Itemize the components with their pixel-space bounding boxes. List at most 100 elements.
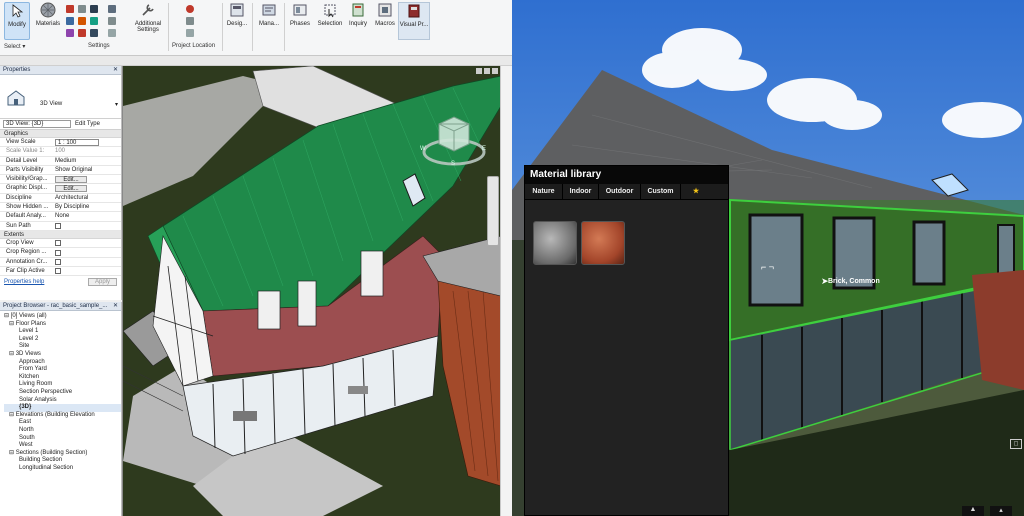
tab-indoor[interactable]: Indoor <box>563 184 599 199</box>
browser-tree-item[interactable]: ⊟ [0] Views (all) <box>4 313 121 321</box>
design-options-label: Desig... <box>226 21 248 27</box>
macros-label: Macros <box>375 21 395 27</box>
browser-tree-item[interactable]: Level 2 <box>4 336 121 344</box>
browser-tree-item[interactable]: Longitudinal Section <box>4 465 121 473</box>
macros-button[interactable]: Macros <box>372 2 398 42</box>
fullscreen-icon[interactable]: ◻ <box>1010 439 1022 449</box>
project-units-icon[interactable] <box>90 29 98 37</box>
prop-row-far-clip[interactable]: Far Clip Active <box>0 267 121 277</box>
browser-tree-item[interactable]: ⊟ Elevations (Building Elevation <box>4 412 121 420</box>
minimize-icon[interactable] <box>476 68 482 74</box>
close-icon[interactable]: ✕ <box>113 66 118 75</box>
browser-tree-item[interactable]: ⊟ Sections (Building Section) <box>4 450 121 458</box>
viewcube-s[interactable]: S <box>451 161 455 167</box>
browser-tree-item[interactable]: ⊟ Floor Plans <box>4 321 121 329</box>
crop-view-checkbox[interactable] <box>55 240 61 247</box>
select-group-label[interactable]: Select ▾ <box>4 43 25 50</box>
additional-settings-button[interactable]: Additional Settings <box>130 2 166 42</box>
prop-row-crop-region[interactable]: Crop Region ... <box>0 248 121 258</box>
browser-tree-item[interactable]: Kitchen <box>4 374 121 382</box>
modify-button[interactable]: Modify <box>4 2 30 40</box>
prop-row-scale-value: Scale Value 1: 100 <box>0 147 121 157</box>
browser-tree-item[interactable]: North <box>4 427 121 435</box>
inquiry-button[interactable]: Inquiry <box>346 2 370 42</box>
prop-row-view-scale[interactable]: View Scale 1 : 100 <box>0 138 121 148</box>
tab-custom[interactable]: Custom <box>641 184 681 199</box>
global-parameters-icon[interactable] <box>90 17 98 25</box>
design-options-button[interactable]: Desig... <box>224 2 250 42</box>
graphics-section-header[interactable]: Graphics <box>0 130 121 138</box>
browser-tree-item[interactable]: South <box>4 435 121 443</box>
vg-edit-button[interactable]: Edit... <box>55 176 87 184</box>
annotation-crop-checkbox[interactable] <box>55 259 61 266</box>
phases-button[interactable]: Phases <box>288 2 312 42</box>
sun-path-checkbox[interactable] <box>55 223 61 230</box>
selection-button[interactable]: Selection <box>316 2 344 42</box>
location-icon[interactable] <box>186 5 194 13</box>
browser-tree-item[interactable]: From Yard <box>4 366 121 374</box>
prop-row-annotation-crop[interactable]: Annotation Cr... <box>0 258 121 267</box>
revit-3d-viewport[interactable]: W S E <box>122 66 500 516</box>
edit-type-button[interactable]: Edit Type <box>75 121 100 127</box>
instance-selector[interactable]: 3D View: {3D} <box>3 120 71 128</box>
prop-row-show-hidden[interactable]: Show Hidden ... By Discipline <box>0 203 121 213</box>
properties-help-link[interactable]: Properties help <box>4 279 44 285</box>
prop-row-graphic-display[interactable]: Graphic Displ... Edit... <box>0 184 121 194</box>
prop-row-default-analysis[interactable]: Default Analy... None <box>0 212 121 222</box>
prop-row-visibility-graphics[interactable]: Visibility/Grap... Edit... <box>0 175 121 185</box>
project-parameters-icon[interactable] <box>66 17 74 25</box>
browser-tree-item[interactable]: Site <box>4 343 121 351</box>
browser-tree-item[interactable]: Living Room <box>4 381 121 389</box>
transfer-standards-icon[interactable] <box>66 29 74 37</box>
structural-settings-icon[interactable] <box>108 5 116 13</box>
restore-icon[interactable] <box>484 68 490 74</box>
prop-row-discipline[interactable]: Discipline Architectural <box>0 194 121 204</box>
far-clip-checkbox[interactable] <box>55 268 61 275</box>
snaps-icon[interactable] <box>78 5 86 13</box>
manage-project-button[interactable]: Mana... <box>256 2 282 42</box>
close-icon[interactable] <box>492 68 498 74</box>
collapse-icon[interactable]: ▴ <box>990 506 1012 516</box>
project-info-icon[interactable] <box>90 5 98 13</box>
tab-outdoor[interactable]: Outdoor <box>599 184 641 199</box>
purge-unused-icon[interactable] <box>78 29 86 37</box>
browser-tree-item[interactable]: West <box>4 442 121 450</box>
apply-button[interactable]: Apply <box>87 278 117 287</box>
viewcube-w[interactable]: W <box>420 146 426 152</box>
panel-schedule-icon[interactable] <box>108 29 116 37</box>
materials-button[interactable]: Materials <box>34 2 62 42</box>
coordinates-icon[interactable] <box>186 17 194 25</box>
material-swatch-brick[interactable] <box>581 221 625 265</box>
browser-tree-item[interactable]: Building Section <box>4 457 121 465</box>
viewcube-e[interactable]: E <box>482 146 486 152</box>
properties-palette: Properties ✕ 3D View ▾ 3D View: {3D} Edi… <box>0 66 122 300</box>
prop-row-detail-level[interactable]: Detail Level Medium <box>0 157 121 166</box>
browser-tree-item[interactable]: Level 1 <box>4 328 121 336</box>
shared-parameters-icon[interactable] <box>78 17 86 25</box>
browser-tree-item[interactable]: Section Perspective <box>4 389 121 397</box>
position-icon[interactable] <box>186 29 194 37</box>
visual-programming-button[interactable]: Visual Pr... <box>398 2 430 40</box>
favorites-star-icon[interactable]: ★ <box>681 184 711 199</box>
close-icon[interactable]: ✕ <box>113 302 118 311</box>
crop-region-checkbox[interactable] <box>55 249 61 256</box>
browser-tree-item[interactable]: ⊟ 3D Views <box>4 351 121 359</box>
browser-tree-item[interactable]: East <box>4 419 121 427</box>
gd-edit-button[interactable]: Edit... <box>55 185 87 193</box>
viewcube[interactable]: W S E <box>419 112 489 172</box>
material-swatch-concrete[interactable] <box>533 221 577 265</box>
prop-row-crop-view[interactable]: Crop View <box>0 239 121 249</box>
browser-tree-item[interactable]: Approach <box>4 359 121 367</box>
prop-row-parts-visibility[interactable]: Parts Visibility Show Original <box>0 166 121 176</box>
prop-row-sun-path[interactable]: Sun Path <box>0 222 121 231</box>
type-selector[interactable]: 3D View ▾ <box>0 75 121 119</box>
browser-tree-item[interactable]: Solar Analysis <box>4 397 121 405</box>
tab-nature[interactable]: Nature <box>525 184 563 199</box>
browser-tree-item[interactable]: {3D} <box>4 404 121 412</box>
mep-settings-icon[interactable] <box>108 17 116 25</box>
viewport-scrollbar[interactable] <box>500 66 512 516</box>
object-styles-icon[interactable] <box>66 5 74 13</box>
extents-section-header[interactable]: Extents <box>0 230 121 239</box>
navigation-bar[interactable] <box>487 176 499 246</box>
expand-up-icon[interactable]: ▲ <box>962 506 984 516</box>
